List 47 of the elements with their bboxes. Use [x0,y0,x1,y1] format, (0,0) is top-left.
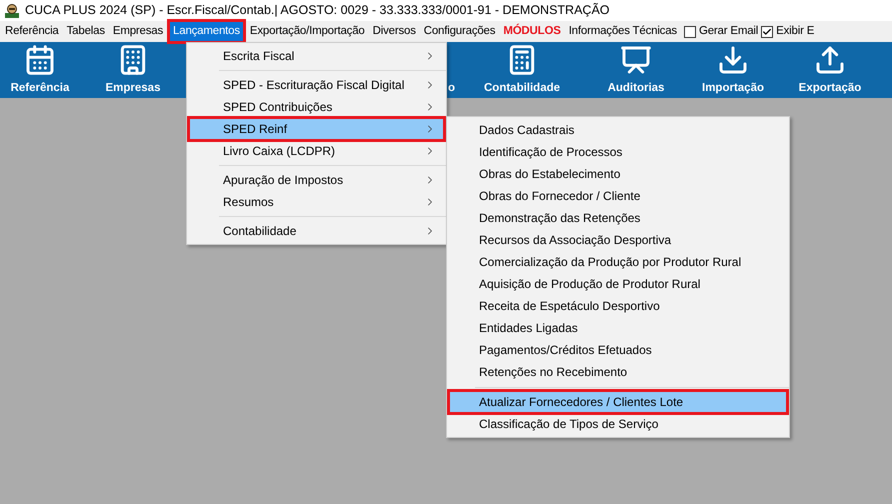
calendar-icon [24,44,56,76]
app-logo-icon [4,2,20,18]
menu-item[interactable]: Comercialização da Produção por Produtor Rural [449,251,787,273]
toolbar-button[interactable]: Referência [0,42,80,98]
menu-item[interactable]: Retenções no Recebimento [449,361,787,383]
menu-item[interactable]: SPED - Escrituração Fiscal Digital [189,74,444,96]
menu-bar-item[interactable]: Empresas [108,22,168,42]
menu-item[interactable]: Classificação de Tipos de Serviço [449,413,787,435]
checkbox-label: Gerar Email [698,24,758,39]
menu-bar-item[interactable]: Referência [1,22,63,42]
menu-item[interactable]: Demonstração das Retenções [449,207,787,229]
menu-item[interactable]: Dados Cadastrais [449,119,787,141]
download-icon [717,44,749,76]
checkbox-label: Exibir E [776,24,814,39]
menu-item[interactable]: Pagamentos/Créditos Efetuados [449,339,787,361]
menu-item[interactable]: Obras do Estabelecimento [449,163,787,185]
menu-bar-item[interactable]: Informações Técnicas [564,22,681,42]
menu-bar-item[interactable]: Configurações [420,22,500,42]
menu-item[interactable]: Atualizar Fornecedores / Clientes Lote [449,391,787,413]
upload-icon [814,44,846,76]
menu-item[interactable]: Aquisição de Produção de Produtor Rural [449,273,787,295]
menu-item[interactable]: Identificação de Processos [449,141,787,163]
window-title: CUCA PLUS 2024 (SP) - Escr.Fiscal/Contab.| AGOSTO: 0029 - 33.333.333/0001-91 - DEMONSTRAÇÃO [25,2,610,20]
menu-item[interactable]: Contabilidade [189,220,444,242]
toolbar-button[interactable]: Empresas [80,42,186,98]
menu-item[interactable]: Livro Caixa (LCDPR) [189,140,444,162]
menu-bar-item[interactable]: Lançamentos [167,18,246,44]
menu-item[interactable]: Recursos da Associação Desportiva [449,229,787,251]
menu-bar-item[interactable]: Exportação/Importação [246,22,369,42]
menu-bar-item[interactable]: Diversos [368,22,420,42]
menu-item[interactable]: Apuração de Impostos [189,169,444,191]
menu-bar-item[interactable]: Tabelas [62,22,109,42]
toolbar-button[interactable]: Exportação [782,42,878,98]
menu-item[interactable]: SPED Reinf [189,118,444,140]
modules-menu-item[interactable]: MÓDULOS [499,22,565,42]
menu-item[interactable]: Resumos [189,191,444,213]
toolbar-button[interactable]: Contabilidade [456,42,588,98]
menu-item[interactable]: SPED Contribuições [189,96,444,118]
menu-item[interactable]: Receita de Espetáculo Desportivo [449,295,787,317]
toolbar-button[interactable]: Importação [684,42,782,98]
menu-item[interactable]: Obras do Fornecedor / Cliente [449,185,787,207]
checkbox[interactable] [761,26,774,38]
menu-item[interactable]: Entidades Ligadas [449,317,787,339]
presentation-chart-icon [620,44,652,76]
toolbar-button[interactable]: Auditorias [588,42,684,98]
checkbox[interactable] [684,26,696,38]
menu-item[interactable]: Escrita Fiscal [189,45,444,67]
